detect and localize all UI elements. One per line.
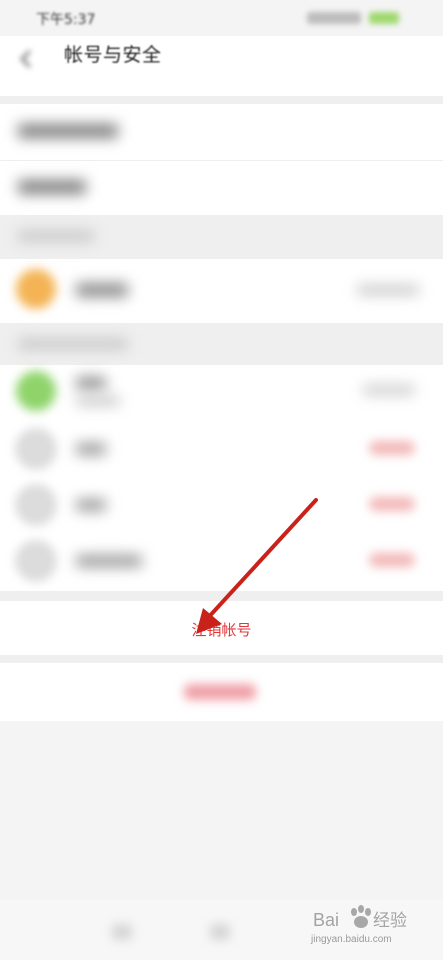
divider	[0, 655, 443, 663]
blurred-bind-button[interactable]	[369, 441, 415, 455]
signal-icon	[307, 12, 361, 24]
blurred-section-label	[18, 339, 128, 349]
blurred-label	[76, 555, 142, 567]
blurred-logout-button[interactable]	[184, 684, 256, 700]
section-header-2	[0, 323, 443, 365]
blurred-bind-button[interactable]	[369, 497, 415, 511]
account-avatar	[16, 429, 56, 469]
blurred-section-label	[18, 231, 94, 241]
battery-icon	[369, 12, 399, 24]
status-icons	[307, 12, 407, 24]
blurred-label	[76, 443, 106, 455]
nav-icon[interactable]	[112, 924, 132, 940]
blurred-right-text	[363, 385, 415, 395]
svg-text:经验: 经验	[373, 911, 407, 931]
blurred-label	[18, 124, 118, 138]
settings-row-2[interactable]	[0, 161, 443, 215]
nav-icon[interactable]	[210, 924, 230, 940]
linked-account-row-1[interactable]	[0, 259, 443, 323]
divider	[0, 96, 443, 104]
svg-text:Bai: Bai	[313, 910, 339, 930]
back-arrow-icon[interactable]	[16, 48, 38, 70]
baidu-jingyan-watermark: Bai 经验 jingyan.baidu.com	[311, 902, 421, 950]
account-avatar	[16, 269, 56, 309]
blurred-label	[76, 377, 106, 389]
blurred-right-text	[357, 285, 419, 295]
third-party-row-4[interactable]	[0, 533, 443, 591]
blurred-bind-button[interactable]	[369, 553, 415, 567]
baidu-paw-icon: Bai 经验	[313, 905, 407, 931]
third-party-row-2[interactable]	[0, 421, 443, 477]
blurred-sublabel	[76, 397, 120, 405]
cancel-account-button[interactable]: 注销帐号	[0, 619, 443, 640]
blurred-label	[76, 499, 106, 511]
account-avatar	[16, 485, 56, 525]
cancel-account-row: 注销帐号	[0, 601, 443, 655]
third-party-row-3[interactable]	[0, 477, 443, 533]
blurred-label	[18, 180, 86, 194]
status-time: 下午5:37	[36, 12, 96, 28]
blurred-label	[76, 283, 128, 297]
third-party-row-1[interactable]	[0, 365, 443, 421]
settings-row-1[interactable]	[0, 104, 443, 160]
status-bar: 下午5:37	[0, 0, 443, 36]
account-avatar	[16, 371, 56, 411]
section-header-1	[0, 215, 443, 259]
divider	[0, 591, 443, 601]
watermark-url: jingyan.baidu.com	[311, 934, 392, 945]
header-bar: 帐号与安全	[0, 36, 443, 96]
page-title: 帐号与安全	[64, 44, 162, 66]
account-avatar	[16, 541, 56, 581]
